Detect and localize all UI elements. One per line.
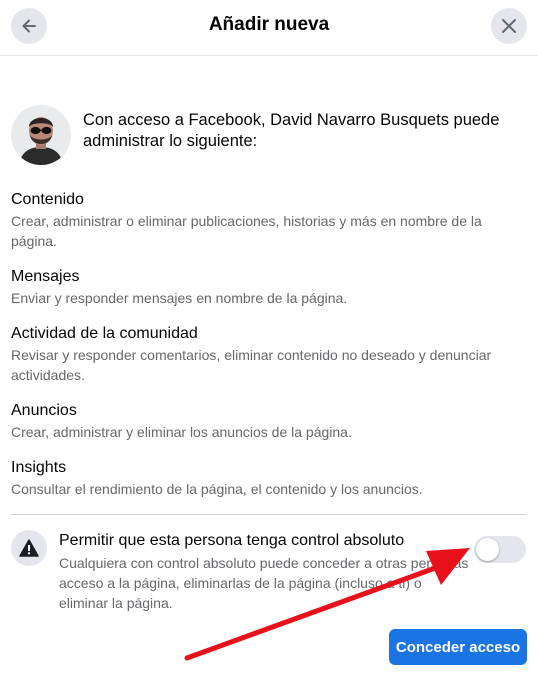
avatar [11, 105, 71, 165]
permission-title: Contenido [11, 191, 84, 208]
permission-description: Consultar el rendimiento de la página, e… [11, 481, 423, 497]
permission-description: Revisar y responder comentarios, elimina… [11, 347, 492, 383]
dialog-header: Añadir nueva [0, 0, 538, 56]
permission-item-community: Actividad de la comunidad Revisar y resp… [11, 324, 531, 385]
intro-text: Con acceso a Facebook, David Navarro Bus… [83, 111, 500, 150]
permission-title: Actividad de la comunidad [11, 325, 198, 342]
toggle-knob [476, 538, 499, 561]
permission-description: Enviar y responder mensajes en nombre de… [11, 290, 348, 306]
full-control-title: Permitir que esta persona tenga control … [59, 532, 405, 549]
permission-item-content: Contenido Crear, administrar o eliminar … [11, 190, 531, 251]
avatar-image [11, 105, 71, 165]
permission-description: Crear, administrar y eliminar los anunci… [11, 424, 352, 440]
full-control-description: Cualquiera con control absoluto puede co… [59, 555, 469, 611]
permission-item-messages: Mensajes Enviar y responder mensajes en … [11, 267, 531, 308]
full-control-toggle[interactable] [474, 536, 526, 563]
close-icon [502, 19, 516, 33]
divider [11, 514, 527, 515]
permission-item-ads: Anuncios Crear, administrar y eliminar l… [11, 401, 531, 442]
permission-description: Crear, administrar o eliminar publicacio… [11, 213, 482, 249]
permission-title: Insights [11, 459, 67, 476]
grant-access-button[interactable]: Conceder acceso [389, 629, 527, 665]
warning-icon [19, 539, 39, 557]
permission-item-insights: Insights Consultar el rendimiento de la … [11, 458, 531, 499]
dialog-title: Añadir nueva [208, 14, 330, 35]
close-button[interactable] [491, 8, 527, 44]
permission-title: Mensajes [11, 268, 80, 285]
warning-badge [11, 530, 47, 566]
permission-title: Anuncios [11, 402, 77, 419]
